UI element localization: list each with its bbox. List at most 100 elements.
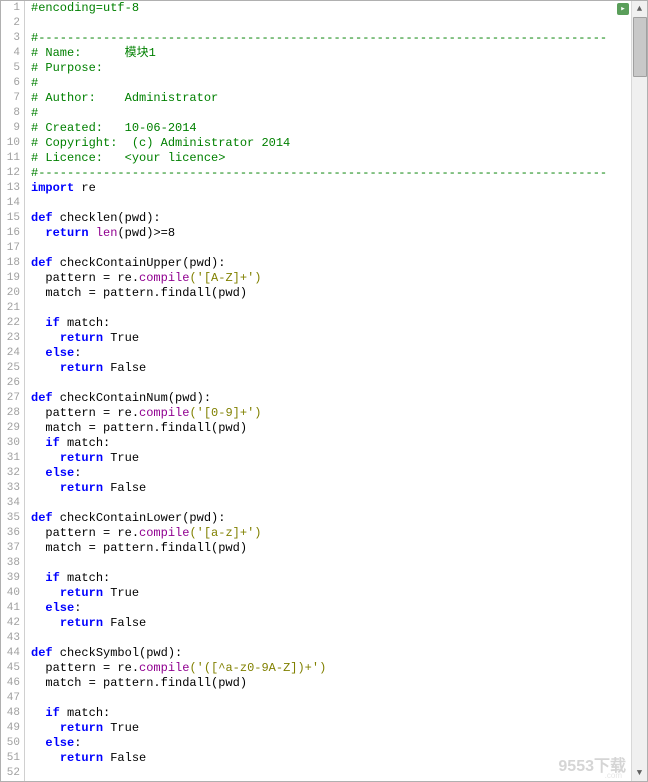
false-val: False [110,616,146,630]
colon: : [74,466,81,480]
kw-def: def [31,256,53,270]
kw-return: return [60,751,103,765]
import-module: re [74,181,96,195]
kw-return: return [60,481,103,495]
kw-if: if [45,706,59,720]
kw-if: if [45,316,59,330]
line-number: 26 [1,376,20,391]
line-number: 1 [1,1,20,16]
line-number: 21 [1,301,20,316]
line-number: 14 [1,196,20,211]
builtin-compile: compile [139,406,189,420]
line-number: 3 [1,31,20,46]
line-number: 17 [1,241,20,256]
header-purpose: # Purpose: [31,61,103,75]
kw-return: return [60,331,103,345]
if-match: match: [60,571,110,585]
match-line: match = pattern.findall(pwd) [31,421,247,435]
if-match: match: [60,316,110,330]
fn-upper: checkContainUpper(pwd): [53,256,226,270]
colon: : [74,736,81,750]
line-number: 31 [1,451,20,466]
line-number: 52 [1,766,20,781]
line-number: 39 [1,571,20,586]
checklen-expr: (pwd)>=8 [117,226,175,240]
kw-return: return [45,226,88,240]
false-val: False [110,751,146,765]
code-editor[interactable]: 1 2 3 4 5 6 7 8 9 10 11 12 13 14 15 16 1… [1,1,647,781]
line-number: 23 [1,331,20,346]
builtin-len: len [96,226,118,240]
true-val: True [110,586,139,600]
line-number: 9 [1,121,20,136]
kw-def: def [31,211,53,225]
fn-checklen: checklen(pwd): [53,211,161,225]
line-number: 24 [1,346,20,361]
line-number: 25 [1,361,20,376]
pattern-pre: pattern = re. [31,406,139,420]
line-number: 6 [1,76,20,91]
line-number: 49 [1,721,20,736]
encoding-comment: #encoding=utf-8 [31,1,139,15]
colon: : [74,601,81,615]
kw-def: def [31,391,53,405]
true-val: True [110,331,139,345]
line-number: 37 [1,541,20,556]
kw-import: import [31,181,74,195]
line-number: 50 [1,736,20,751]
kw-def: def [31,646,53,660]
header-author: # Author: Administrator [31,91,218,105]
line-number: 5 [1,61,20,76]
header-created: # Created: 10-06-2014 [31,121,197,135]
line-number: 12 [1,166,20,181]
header-dash: #---------------------------------------… [31,31,607,45]
if-match: match: [60,706,110,720]
kw-return: return [60,721,103,735]
line-number: 45 [1,661,20,676]
fn-lower: checkContainLower(pwd): [53,511,226,525]
line-number: 29 [1,421,20,436]
line-number: 33 [1,481,20,496]
kw-if: if [45,436,59,450]
regex-sym: ('([^a-z0-9A-Z])+') [189,661,326,675]
kw-return: return [60,616,103,630]
line-number: 7 [1,91,20,106]
line-number: 46 [1,676,20,691]
scroll-down-arrow-icon[interactable]: ▼ [632,765,647,781]
line-number: 40 [1,586,20,601]
line-number: 41 [1,601,20,616]
regex-num: ('[0-9]+') [189,406,261,420]
line-number: 15 [1,211,20,226]
fold-icon[interactable]: ▸ [617,3,629,15]
kw-def: def [31,511,53,525]
match-line: match = pattern.findall(pwd) [31,286,247,300]
code-area[interactable]: #encoding=utf-8 #-----------------------… [25,1,647,781]
false-val: False [110,361,146,375]
line-number-gutter: 1 2 3 4 5 6 7 8 9 10 11 12 13 14 15 16 1… [1,1,25,781]
line-number: 4 [1,46,20,61]
kw-return: return [60,361,103,375]
header-blank: # [31,76,38,90]
line-number: 36 [1,526,20,541]
scroll-up-arrow-icon[interactable]: ▲ [632,1,647,17]
line-number: 48 [1,706,20,721]
vertical-scrollbar[interactable]: ▲ ▼ [631,1,647,781]
kw-else: else [45,601,74,615]
header-name: # Name: 模块1 [31,46,156,60]
true-val: True [110,451,139,465]
builtin-compile: compile [139,526,189,540]
header-copyright: # Copyright: (c) Administrator 2014 [31,136,290,150]
line-number: 34 [1,496,20,511]
scroll-thumb[interactable] [633,17,647,77]
line-number: 30 [1,436,20,451]
line-number: 19 [1,271,20,286]
header-dash: #---------------------------------------… [31,166,607,180]
colon: : [74,346,81,360]
kw-else: else [45,736,74,750]
line-number: 18 [1,256,20,271]
pattern-pre: pattern = re. [31,526,139,540]
false-val: False [110,481,146,495]
regex-lower: ('[a-z]+') [189,526,261,540]
match-line: match = pattern.findall(pwd) [31,541,247,555]
line-number: 44 [1,646,20,661]
